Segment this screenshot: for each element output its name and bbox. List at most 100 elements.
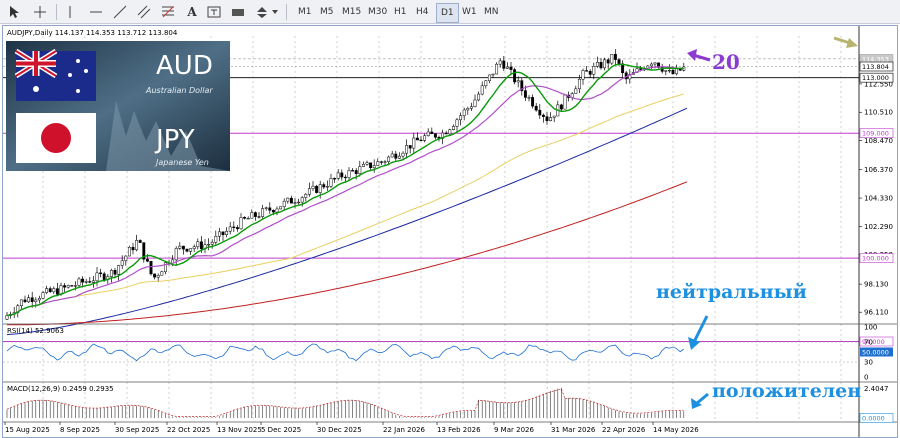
candle [401, 151, 405, 159]
logo-quote-code: JPY [154, 125, 195, 155]
candle [322, 182, 326, 190]
text-label-icon[interactable] [206, 3, 222, 21]
candle [124, 255, 128, 266]
date-label: 15 Aug 2025 [5, 426, 50, 434]
candle [109, 268, 113, 283]
candle [336, 169, 340, 181]
price-tag-label: 100.000 [862, 255, 889, 263]
timeframe-mn[interactable]: MN [480, 3, 503, 21]
candle [423, 133, 427, 143]
candle [480, 81, 484, 96]
candle [405, 139, 409, 159]
dropdown-icon[interactable] [270, 3, 280, 21]
candle [477, 91, 481, 102]
candle [120, 255, 124, 270]
timeframe-m5[interactable]: M5 [316, 3, 338, 21]
timeframe-m1[interactable]: M1 [294, 3, 316, 21]
candle [657, 62, 661, 69]
candle [325, 180, 329, 191]
candle [235, 225, 239, 232]
candle [63, 283, 67, 292]
rsi-label: RSI(14) 52.9063 [7, 327, 64, 335]
timeframe-m30[interactable]: M30 [364, 3, 391, 21]
candle [372, 159, 376, 173]
candle [541, 113, 545, 123]
candle [99, 268, 103, 278]
date-label: 22 Jan 2026 [383, 426, 426, 434]
horizontal-line-icon[interactable] [88, 3, 104, 21]
timeframe-h4[interactable]: H4 [412, 3, 433, 21]
candle [610, 54, 614, 66]
candle [117, 264, 121, 281]
candle [369, 162, 373, 170]
text-icon[interactable]: A [184, 3, 200, 21]
candle [70, 284, 74, 287]
candle [315, 184, 319, 194]
candle [268, 202, 272, 214]
candle [88, 276, 92, 284]
price-level-label: 108.470 [864, 137, 893, 145]
candle [48, 286, 52, 293]
price-tag: 100.000 [859, 253, 894, 263]
candle [383, 160, 387, 166]
crosshair-icon[interactable] [32, 3, 48, 21]
candle [340, 169, 344, 181]
timeframe-w1[interactable]: W1 [458, 3, 481, 21]
candle [592, 62, 596, 80]
arrows-icon[interactable] [254, 3, 270, 21]
ma-red-line [7, 181, 688, 326]
candle [588, 69, 592, 78]
candle [329, 173, 333, 189]
candle [531, 94, 535, 109]
candle [397, 152, 401, 159]
timeframe-d1[interactable]: D1 [436, 3, 459, 23]
candle [185, 248, 189, 253]
fibonacci-icon[interactable] [160, 3, 176, 21]
timeframe-m15[interactable]: M15 [338, 3, 365, 21]
cursor-icon[interactable] [6, 3, 22, 21]
candle [311, 181, 315, 192]
candle [149, 260, 153, 276]
candle [365, 160, 369, 166]
price-tag: 113.000 [859, 72, 894, 83]
candle [498, 58, 502, 68]
date-label: 13 Feb 2026 [437, 426, 481, 434]
timeframe-h1[interactable]: H1 [390, 3, 411, 21]
rectangle-icon[interactable] [230, 3, 246, 21]
rsi-level-label: 0 [864, 374, 868, 382]
candle [552, 115, 556, 123]
price-level-label: 106.370 [864, 166, 893, 174]
chart-header: AUDJPY,Daily 114.137 114.353 113.712 113… [7, 29, 178, 37]
candle [556, 100, 560, 117]
candle [682, 62, 686, 72]
logo-base-code: AUD [156, 51, 213, 81]
candle [505, 62, 509, 69]
candle [304, 192, 308, 202]
candle [37, 295, 41, 304]
candle [243, 216, 247, 220]
candle [178, 242, 182, 251]
equidistant-channel-icon[interactable] [136, 3, 152, 21]
vertical-line-icon[interactable] [62, 3, 78, 21]
date-label: 22 Apr 2026 [602, 426, 646, 434]
candle [549, 112, 553, 122]
candle [491, 73, 495, 78]
trendline-icon[interactable] [112, 3, 128, 21]
rsi-current-tag: 50.0000 [860, 347, 893, 357]
candle [210, 239, 214, 249]
price-level-label: 104.330 [864, 195, 893, 203]
macd-state-annotation: положителен [712, 380, 862, 402]
candle [520, 78, 524, 96]
candle [160, 270, 164, 276]
candle [286, 197, 290, 204]
candle [455, 117, 459, 132]
candle [466, 106, 470, 115]
candle [275, 206, 279, 216]
candle [203, 239, 207, 254]
candle [207, 238, 211, 251]
app-window: A M1 M5 M15 M30 H1 H4 D1 W1 MN 112.550 110.510 108… [0, 0, 900, 438]
price-level-label: 102.290 [864, 223, 893, 231]
candle [570, 92, 574, 101]
candle [257, 211, 261, 219]
date-label: 8 Sep 2025 [60, 426, 100, 434]
